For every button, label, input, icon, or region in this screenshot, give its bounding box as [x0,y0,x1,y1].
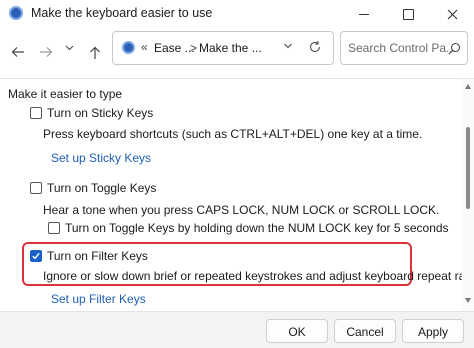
sticky-keys-checkbox[interactable] [30,107,42,119]
chevron-down-icon[interactable] [283,41,293,51]
control-panel-icon [9,6,23,20]
filter-keys-checkbox[interactable] [30,250,42,262]
search-placeholder: Search Control Pa... [348,41,457,55]
recent-locations-chevron-icon[interactable] [65,45,74,51]
close-button[interactable] [430,0,474,30]
dialog-footer: OK Cancel Apply [0,311,474,348]
search-input[interactable]: Search Control Pa... [340,31,468,65]
toggle-keys-checkbox[interactable] [30,182,42,194]
arrow-right-icon [40,47,53,57]
set-up-sticky-keys-link[interactable]: Set up Sticky Keys [51,151,151,165]
filter-keys-label: Turn on Filter Keys [47,249,148,263]
cancel-button[interactable]: Cancel [334,319,396,343]
back-button[interactable] [5,38,31,66]
navigation-bar: « Ease ... > Make the ... Search Control… [0,30,474,78]
scrollbar-thumb[interactable] [466,127,470,209]
arrow-up-icon [90,46,100,59]
apply-button[interactable]: Apply [402,319,464,343]
minimize-button[interactable] [342,0,386,30]
section-title: Make it easier to type [8,87,123,101]
search-icon [448,42,461,55]
toggle-keys-description: Hear a tone when you press CAPS LOCK, NU… [43,203,440,217]
refresh-icon[interactable] [308,40,322,54]
up-button[interactable] [83,38,109,66]
scroll-up-icon[interactable] [465,84,471,89]
breadcrumb-overflow[interactable]: « [141,40,148,54]
maximize-button[interactable] [386,0,430,30]
control-panel-icon [122,41,135,54]
filter-keys-description: Ignore or slow down brief or repeated ke… [43,269,474,283]
toggle-keys-numlock-label: Turn on Toggle Keys by holding down the … [65,221,449,235]
checkmark-icon [32,252,40,260]
toggle-keys-label: Turn on Toggle Keys [47,181,157,195]
breadcrumb-ease-of-access[interactable]: Ease ... [154,41,195,55]
set-up-filter-keys-link[interactable]: Set up Filter Keys [51,292,146,306]
vertical-scrollbar[interactable] [462,79,474,311]
main-content: Make it easier to type Turn on Sticky Ke… [0,79,474,311]
sticky-keys-description: Press keyboard shortcuts (such as CTRL+A… [43,127,423,141]
arrow-left-icon [11,47,24,57]
close-icon [447,9,458,20]
ok-button[interactable]: OK [266,319,328,343]
toggle-keys-numlock-checkbox[interactable] [48,222,60,234]
scroll-down-icon[interactable] [465,298,471,303]
breadcrumb-separator: > [190,41,198,55]
window-title: Make the keyboard easier to use [31,6,213,20]
breadcrumb-current-page[interactable]: Make the ... [199,41,262,55]
forward-button[interactable] [33,38,59,66]
title-bar: Make the keyboard easier to use [0,0,474,30]
sticky-keys-label: Turn on Sticky Keys [47,106,154,120]
address-bar[interactable]: « Ease ... > Make the ... [112,31,334,65]
